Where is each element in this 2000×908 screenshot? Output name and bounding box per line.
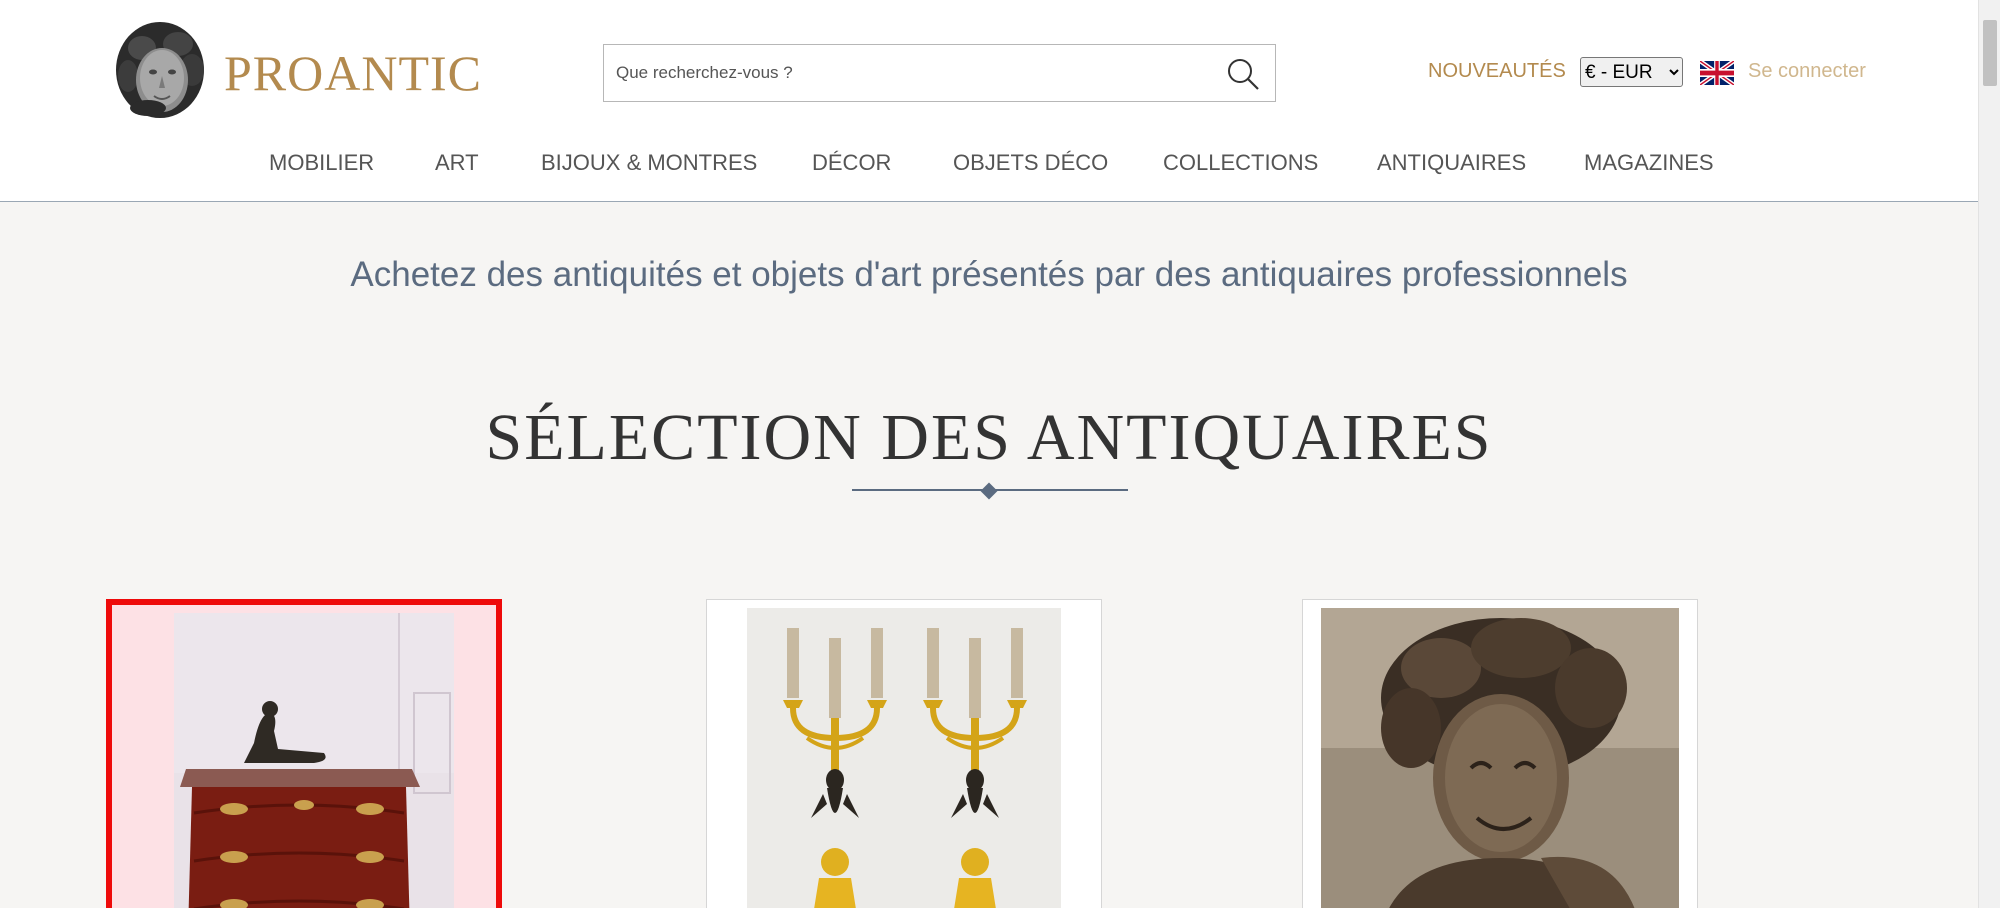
title-divider-diamond	[980, 482, 998, 500]
login-link[interactable]: Se connecter	[1748, 60, 1866, 83]
section-title: SÉLECTION DES ANTIQUAIRES	[485, 401, 1493, 474]
new-arrivals-link[interactable]: NOUVEAUTÉS	[1428, 60, 1566, 83]
commode-with-sculpture-image	[174, 613, 454, 908]
uk-flag-icon[interactable]	[1700, 61, 1734, 85]
search-bar	[603, 44, 1276, 102]
nav-item-antiquaires[interactable]: ANTIQUAIRES	[1377, 150, 1526, 176]
bronze-bust-image	[1321, 608, 1679, 908]
nav-item-objets-deco[interactable]: OBJETS DÉCO	[953, 150, 1108, 176]
nav-item-magazines[interactable]: MAGAZINES	[1584, 150, 1714, 176]
main-nav: MOBILIER ART BIJOUX & MONTRES DÉCOR OBJE…	[0, 150, 1978, 180]
search-icon[interactable]	[1225, 56, 1261, 92]
candelabras-image	[747, 608, 1061, 908]
currency-select[interactable]: € - EUR	[1580, 57, 1683, 87]
brand-name[interactable]: PROANTIC	[224, 44, 482, 102]
nav-item-collections[interactable]: COLLECTIONS	[1163, 150, 1318, 176]
nav-item-decor[interactable]: DÉCOR	[812, 150, 891, 176]
product-card-bust[interactable]	[1302, 599, 1698, 908]
site-header: PROANTIC NOUVEAUTÉS € - EUR Se connecter…	[0, 0, 1978, 202]
tagline: Achetez des antiquités et objets d'art p…	[350, 255, 1628, 294]
vertical-scrollbar[interactable]	[1978, 0, 2000, 908]
scrollbar-thumb[interactable]	[1983, 20, 1997, 86]
search-input[interactable]	[604, 45, 1204, 101]
nav-item-bijoux-montres[interactable]: BIJOUX & MONTRES	[541, 150, 757, 176]
nav-item-mobilier[interactable]: MOBILIER	[269, 150, 374, 176]
nav-item-art[interactable]: ART	[435, 150, 479, 176]
product-card-commode[interactable]	[106, 599, 502, 908]
product-card-candelabras[interactable]	[706, 599, 1102, 908]
logo-head-icon[interactable]	[112, 20, 208, 122]
